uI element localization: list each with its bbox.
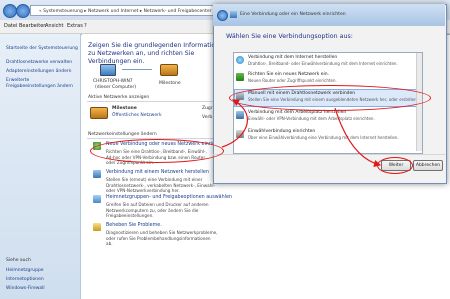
menu-datei[interactable]: Datei: [4, 23, 17, 29]
menu-extras[interactable]: Extras: [67, 23, 83, 29]
dialog-titlebar: Eine Verbindung oder ein Netzwerk einric…: [213, 4, 445, 26]
breadcrumb: « Systemsteuerung ▸ Netzwerk und Interne…: [39, 9, 212, 14]
network-map-name: Milestone: [159, 81, 181, 86]
task-troubleshoot-desc: Diagnostizieren und beheben Sie Netzwerk…: [106, 230, 218, 247]
cancel-button[interactable]: Abbrechen: [413, 160, 443, 171]
bench-network-icon[interactable]: [160, 64, 178, 76]
network-type-link[interactable]: Öffentliches Netzwerk: [112, 113, 162, 118]
active-networks-label: Aktive Netzwerke anzeigen: [88, 95, 150, 100]
network-setup-icon: [230, 11, 237, 18]
dialog-heading: Wählen Sie eine Verbindungsoption aus:: [226, 33, 353, 40]
option-workplace-desc: Einwähl- oder VPN-Verbindung mit dem Arb…: [248, 116, 375, 121]
divider: [87, 101, 215, 102]
dialup-icon: [236, 130, 244, 138]
globe-icon: [236, 56, 244, 64]
option-internet[interactable]: Verbindung mit dem Internet herstellen: [248, 55, 337, 60]
see-also-heading: Siehe auch: [6, 258, 31, 263]
connect-network-icon: [93, 170, 101, 178]
computer-icon[interactable]: [100, 64, 116, 76]
change-settings-heading: Netzwerkeinstellungen ändern: [88, 132, 157, 137]
option-dialup-desc: Über eine Einwählverbindung eine Verbind…: [248, 135, 399, 140]
task-troubleshoot[interactable]: Beheben Sie Probleme.: [106, 223, 162, 228]
sidebar-item-advanced[interactable]: Erweiterte: [6, 78, 29, 83]
option-new-network-desc: Neuen Router oder Zugriffspunkt einricht…: [248, 78, 337, 83]
back-button[interactable]: [3, 4, 17, 18]
option-dialup[interactable]: Einwählverbindung einrichten: [248, 129, 315, 134]
page-title: Zeigen Sie die grundlegenden Information…: [88, 42, 227, 65]
option-internet-desc: Drahtlos-, Breitband- oder Einwählverbin…: [248, 61, 398, 66]
troubleshoot-icon: [93, 223, 101, 231]
option-new-network[interactable]: Richten Sie ein neues Netzwerk ein.: [248, 72, 329, 77]
menu-help[interactable]: ?: [84, 23, 87, 29]
menu-ansicht[interactable]: Ansicht: [45, 23, 63, 29]
connections-label: Verb: [202, 115, 213, 120]
divider: [213, 154, 445, 155]
router-icon: [236, 73, 244, 81]
menu-bearbeiten[interactable]: Bearbeiten: [19, 23, 46, 29]
sidebar-item-wireless[interactable]: Drahtlosnetzwerke verwalten: [6, 60, 72, 65]
task-homegroup[interactable]: Heimnetzgruppen- und Freigabeoptionen au…: [106, 195, 232, 200]
see-also-firewall[interactable]: Windows-Firewall: [6, 286, 45, 291]
homegroup-icon: [93, 195, 101, 203]
sidebar-item-adapter[interactable]: Adaptereinstellungen ändern: [6, 69, 71, 74]
computer-name: CHRISTOPH-WIN7: [93, 79, 133, 84]
sidebar-item-home[interactable]: Startseite der Systemsteuerung: [6, 46, 78, 51]
sidebar: Startseite der Systemsteuerung Drahtlosn…: [0, 34, 81, 299]
computer-subtitle: (dieser Computer): [95, 85, 137, 90]
annotation-circle-new-connection: [90, 139, 224, 163]
task-connect-network-desc: Stellen Sie (erneut) eine Verbindung mit…: [106, 177, 216, 194]
connection-line: [122, 69, 152, 70]
sidebar-item-sharing[interactable]: Freigabeeinstellungen ändern: [6, 84, 73, 89]
active-network-name: Milestone: [112, 106, 137, 111]
dialog-title: Eine Verbindung oder ein Netzwerk einric…: [240, 12, 346, 17]
forward-button[interactable]: [16, 4, 30, 18]
network-bench-icon: [90, 107, 108, 119]
dialog-back-button[interactable]: [217, 10, 228, 21]
see-also-internet-options[interactable]: Internetoptionen: [6, 277, 44, 282]
task-homegroup-desc: Greifen Sie auf Dateien und Drucker auf …: [106, 202, 209, 219]
see-also-homegroup[interactable]: Heimnetzgruppe: [6, 268, 44, 273]
task-connect-network[interactable]: Verbindung mit einem Netzwerk herstellen: [106, 170, 209, 175]
annotation-circle-next-button: [377, 157, 413, 174]
annotation-circle-manual-wireless: [229, 85, 431, 111]
workplace-icon: [236, 111, 244, 119]
